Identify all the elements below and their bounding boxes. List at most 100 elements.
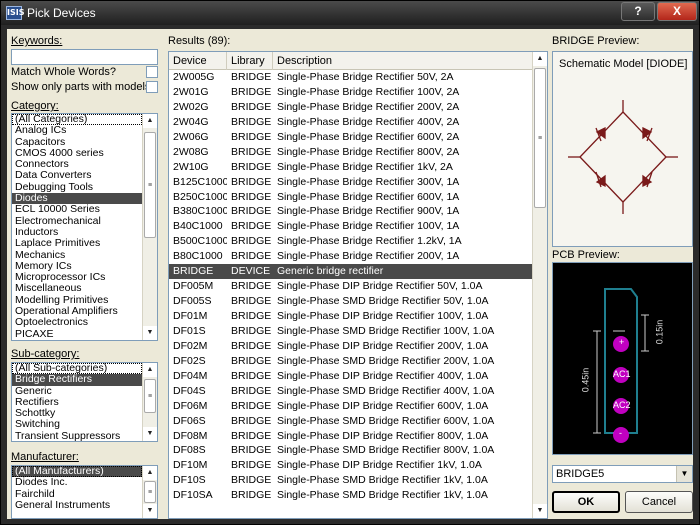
column-device[interactable]: Device: [169, 52, 227, 70]
table-row[interactable]: DF005S BRIDGE Single-Phase SMD Bridge Rect…: [169, 294, 532, 309]
scroll-thumb[interactable]: ≡: [144, 379, 156, 413]
table-row[interactable]: 2W08G BRIDGE Single-Phase Bridge Rectifier…: [169, 145, 532, 160]
cell-description: Single-Phase Bridge Rectifier 400V, 2A: [277, 115, 460, 128]
cell-library: BRIDGE: [231, 220, 272, 233]
table-row[interactable]: DF01S BRIDGE Single-Phase SMD Bridge Recti…: [169, 324, 532, 339]
results-table[interactable]: Device Library Description 2W005G BRIDGE S…: [168, 51, 548, 519]
table-row[interactable]: B40C1000 BRIDGE Single-Phase Bridge Rectif…: [169, 219, 532, 234]
table-row[interactable]: BRIDGE DEVICE Generic bridge rectifier: [169, 264, 532, 280]
list-item[interactable]: Transient Suppressors: [12, 430, 142, 441]
column-description[interactable]: Description: [273, 52, 534, 70]
table-row[interactable]: DF01M BRIDGE Single-Phase DIP Bridge Recti…: [169, 309, 532, 324]
table-row[interactable]: 2W02G BRIDGE Single-Phase Bridge Rectifier…: [169, 100, 532, 115]
list-item[interactable]: PICAXE: [12, 328, 142, 340]
table-row[interactable]: DF10S BRIDGE Single-Phase SMD Bridge Recti…: [169, 473, 532, 488]
ok-button[interactable]: OK: [552, 491, 620, 513]
cell-library: BRIDGE: [231, 145, 272, 158]
cell-device: DF10SA: [173, 489, 213, 502]
cell-device: DF08M: [173, 429, 208, 442]
table-row[interactable]: DF04M BRIDGE Single-Phase DIP Bridge Recti…: [169, 369, 532, 384]
scroll-thumb[interactable]: ≡: [144, 481, 156, 503]
table-row[interactable]: DF08M BRIDGE Single-Phase DIP Bridge Recti…: [169, 429, 532, 444]
subcategory-list[interactable]: (All Sub-categories) Bridge Rectifiers Gen…: [11, 362, 158, 442]
subcategory-items: (All Sub-categories) Bridge Rectifiers Gen…: [12, 363, 142, 441]
scroll-up-icon[interactable]: ▲: [143, 466, 157, 480]
list-item[interactable]: Bridge Rectifiers: [12, 373, 142, 386]
table-row[interactable]: 2W01G BRIDGE Single-Phase Bridge Rectifier…: [169, 85, 532, 100]
chevron-down-icon[interactable]: ▼: [676, 466, 692, 482]
scroll-up-icon[interactable]: ▲: [143, 363, 157, 377]
help-button[interactable]: ?: [621, 2, 655, 21]
cell-description: Single-Phase DIP Bridge Rectifier 100V, …: [277, 310, 489, 322]
cell-description: Single-Phase SMD Bridge Rectifier 1kV, 1…: [277, 489, 488, 502]
close-button[interactable]: X: [657, 2, 697, 21]
scroll-up-icon[interactable]: ▲: [533, 52, 547, 66]
table-row[interactable]: 2W10G BRIDGE Single-Phase Bridge Rectifier…: [169, 160, 532, 175]
cell-library: BRIDGE: [231, 459, 272, 472]
cell-library: BRIDGE: [231, 175, 272, 188]
keywords-input[interactable]: [11, 49, 158, 65]
table-row[interactable]: B250C1000 BRIDGE Single-Phase Bridge Recti…: [169, 190, 532, 205]
dialog-body: Keywords: Match Whole Words? Show only p…: [7, 29, 693, 519]
list-item[interactable]: Optoelectronics: [12, 317, 142, 329]
column-library[interactable]: Library: [227, 52, 273, 70]
list-item[interactable]: ECL 10000 Series: [12, 204, 142, 216]
table-row[interactable]: B80C1000 BRIDGE Single-Phase Bridge Rectif…: [169, 249, 532, 264]
cell-library: BRIDGE: [231, 399, 272, 412]
cell-library: BRIDGE: [231, 414, 272, 427]
match-whole-words-label: Match Whole Words?: [11, 66, 116, 78]
cell-library: BRIDGE: [231, 324, 272, 337]
package-select[interactable]: BRIDGE5 ▼: [552, 465, 693, 483]
cell-library: BRIDGE: [231, 115, 272, 128]
manufacturer-scrollbar[interactable]: ▲ ≡ ▼: [142, 466, 157, 518]
table-row[interactable]: 2W06G BRIDGE Single-Phase Bridge Rectifier…: [169, 130, 532, 145]
category-scrollbar[interactable]: ▲ ≡ ▼: [142, 114, 157, 340]
table-row[interactable]: DF10SA BRIDGE Single-Phase SMD Bridge Rect…: [169, 488, 532, 503]
results-body: 2W005G BRIDGE Single-Phase Bridge Rectifie…: [169, 70, 532, 518]
list-item[interactable]: Laplace Primitives: [12, 237, 142, 249]
table-row[interactable]: DF04S BRIDGE Single-Phase SMD Bridge Recti…: [169, 384, 532, 399]
table-row[interactable]: DF06S BRIDGE Single-Phase SMD Bridge Recti…: [169, 414, 532, 429]
title-bar[interactable]: ISIS Pick Devices ? X: [1, 1, 699, 25]
scroll-down-icon[interactable]: ▼: [533, 504, 547, 518]
list-item[interactable]: General Instruments: [12, 499, 142, 511]
scroll-up-icon[interactable]: ▲: [143, 114, 157, 128]
table-row[interactable]: B380C1000 BRIDGE Single-Phase Bridge Recti…: [169, 204, 532, 219]
cell-device: DF04M: [173, 369, 208, 382]
table-row[interactable]: DF02M BRIDGE Single-Phase DIP Bridge Recti…: [169, 339, 532, 354]
table-row[interactable]: DF08S BRIDGE Single-Phase SMD Bridge Recti…: [169, 443, 532, 458]
scroll-down-icon[interactable]: ▼: [143, 326, 157, 340]
cell-library: BRIDGE: [231, 429, 272, 442]
table-row[interactable]: 2W04G BRIDGE Single-Phase Bridge Rectifier…: [169, 115, 532, 130]
manufacturer-list[interactable]: (All Manufacturers) Diodes Inc. Fairchild G…: [11, 465, 158, 519]
scroll-thumb[interactable]: ≡: [534, 68, 546, 208]
list-item[interactable]: Analog ICs: [12, 124, 142, 136]
table-row[interactable]: DF10M BRIDGE Single-Phase DIP Bridge Recti…: [169, 458, 532, 473]
only-models-checkbox[interactable]: [146, 81, 158, 93]
table-row[interactable]: DF02S BRIDGE Single-Phase SMD Bridge Recti…: [169, 354, 532, 369]
table-row[interactable]: DF06M BRIDGE Single-Phase DIP Bridge Recti…: [169, 399, 532, 414]
match-whole-words-checkbox[interactable]: [146, 66, 158, 78]
manufacturer-items: (All Manufacturers) Diodes Inc. Fairchild G…: [12, 466, 142, 518]
table-row[interactable]: B500C1000 BRIDGE Single-Phase Bridge Recti…: [169, 234, 532, 249]
table-row[interactable]: B125C1000 BRIDGE Single-Phase Bridge Recti…: [169, 175, 532, 190]
cell-library: BRIDGE: [231, 160, 272, 173]
table-row[interactable]: DF005M BRIDGE Single-Phase DIP Bridge Rect…: [169, 279, 532, 294]
cell-library: BRIDGE: [231, 444, 272, 457]
category-list[interactable]: (All Categories) Analog ICs Capacitors CMOS…: [11, 113, 158, 341]
cell-library: BRIDGE: [231, 489, 272, 502]
results-scrollbar[interactable]: ▲ ≡ ▼: [532, 52, 547, 518]
scroll-thumb[interactable]: ≡: [144, 132, 156, 238]
cancel-button[interactable]: Cancel: [625, 491, 693, 513]
cell-description: Single-Phase DIP Bridge Rectifier 600V, …: [277, 399, 489, 412]
cell-description: Single-Phase SMD Bridge Rectifier 100V, …: [277, 324, 495, 337]
cell-device: B500C1000: [173, 235, 227, 248]
subcategory-scrollbar[interactable]: ▲ ≡ ▼: [142, 363, 157, 441]
cell-description: Single-Phase DIP Bridge Rectifier 200V, …: [277, 339, 489, 352]
cell-description: Single-Phase Bridge Rectifier 600V, 2A: [277, 130, 460, 143]
scroll-down-icon[interactable]: ▼: [143, 427, 157, 441]
cell-device: 2W10G: [173, 160, 209, 173]
scroll-down-icon[interactable]: ▼: [143, 504, 157, 518]
list-item[interactable]: Diodes Inc.: [12, 476, 142, 488]
table-row[interactable]: 2W005G BRIDGE Single-Phase Bridge Rectifie…: [169, 70, 532, 85]
